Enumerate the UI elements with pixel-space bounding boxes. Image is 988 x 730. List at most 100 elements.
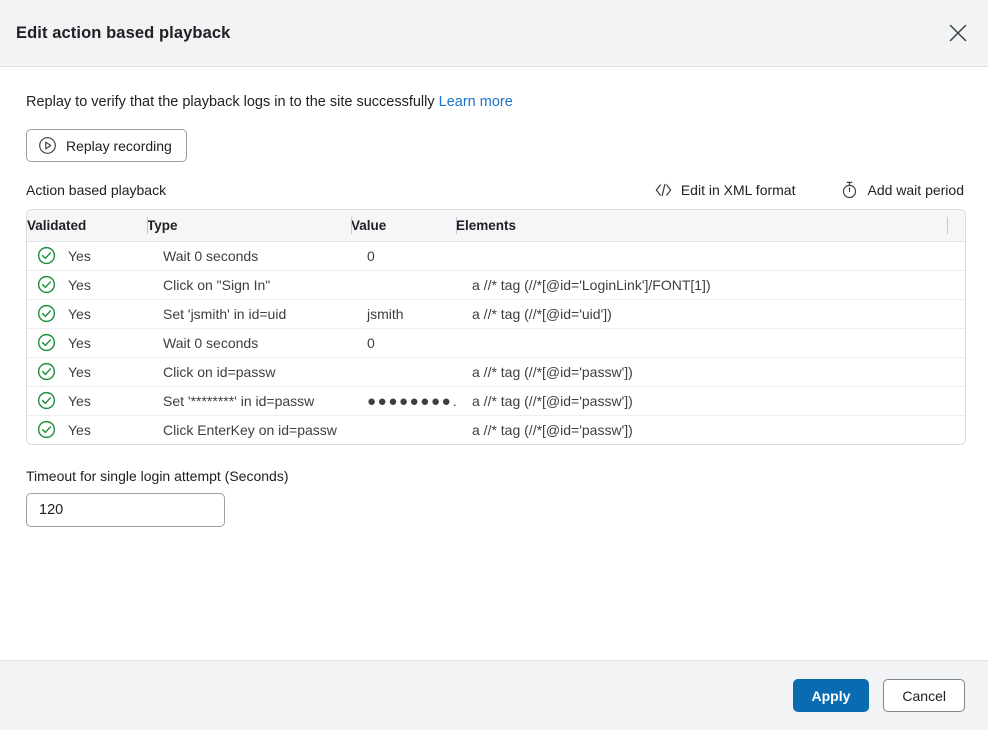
- column-header-elements-label: Elements: [456, 218, 516, 233]
- cell-elements: a //* tag (//*[@id='LoginLink']/FONT[1]): [456, 270, 947, 299]
- cell-validated: Yes: [27, 241, 147, 270]
- column-divider[interactable]: [147, 217, 148, 234]
- cell-elements: a //* tag (//*[@id='passw']): [456, 357, 947, 386]
- cell-type: Click EnterKey on id=passw: [147, 415, 351, 444]
- table-row[interactable]: Yes Wait 0 seconds0: [27, 241, 965, 270]
- check-circle-icon: [37, 304, 56, 323]
- cell-value: [351, 357, 456, 386]
- table-row[interactable]: Yes Click on "Sign In" a //* tag (//*[@id=…: [27, 270, 965, 299]
- validated-value: Yes: [68, 364, 91, 380]
- cell-validated: Yes: [27, 357, 147, 386]
- add-wait-period-label: Add wait period: [867, 182, 964, 198]
- cell-elements: a //* tag (//*[@id='passw']): [456, 415, 947, 444]
- cell-value: 0: [351, 328, 456, 357]
- cell-value: [351, 415, 456, 444]
- validated-value: Yes: [68, 306, 91, 322]
- timeout-input[interactable]: [26, 493, 225, 527]
- add-wait-period-button[interactable]: Add wait period: [841, 179, 964, 201]
- apply-button[interactable]: Apply: [793, 679, 870, 712]
- column-header-value-label: Value: [351, 218, 386, 233]
- cell-elements: [456, 328, 947, 357]
- dialog-header: Edit action based playback: [0, 0, 988, 67]
- edit-action-based-playback-dialog: Edit action based playback Replay to ver…: [0, 0, 988, 730]
- validated-value: Yes: [68, 248, 91, 264]
- column-header-validated-label: Validated: [27, 218, 86, 233]
- intro-text-row: Replay to verify that the playback logs …: [26, 93, 966, 111]
- column-header-validated[interactable]: Validated: [27, 210, 147, 241]
- replay-recording-button[interactable]: Replay recording: [26, 129, 187, 162]
- cell-validated: Yes: [27, 270, 147, 299]
- table-header-row: Validated Type Value Elements: [27, 210, 965, 241]
- cell-type: Set '********' in id=passw: [147, 386, 351, 415]
- table-toolbar: Action based playback Edit in XML format: [26, 179, 966, 201]
- cell-validated: Yes: [27, 386, 147, 415]
- dialog-footer: Apply Cancel: [0, 660, 988, 730]
- column-divider[interactable]: [351, 217, 352, 234]
- toolbar-actions: Edit in XML format Add wait period: [655, 179, 964, 201]
- table-row[interactable]: Yes Click EnterKey on id=passw a //* tag (…: [27, 415, 965, 444]
- masked-password-value: ●●●●●●●●: [367, 394, 452, 409]
- cell-spacer: [947, 241, 965, 270]
- cell-type: Wait 0 seconds: [147, 328, 351, 357]
- table-row[interactable]: Yes Click on id=passw a //* tag (//*[@id='…: [27, 357, 965, 386]
- cell-value: [351, 270, 456, 299]
- close-button[interactable]: [942, 17, 974, 49]
- cell-elements: [456, 241, 947, 270]
- cell-spacer: [947, 299, 965, 328]
- column-header-elements[interactable]: Elements: [456, 210, 947, 241]
- validated-value: Yes: [68, 277, 91, 293]
- cell-elements: a //* tag (//*[@id='passw']): [456, 386, 947, 415]
- check-circle-icon: [37, 333, 56, 352]
- timeout-label: Timeout for single login attempt (Second…: [26, 468, 966, 484]
- close-icon: [949, 24, 967, 42]
- cell-type: Set 'jsmith' in id=uid: [147, 299, 351, 328]
- action-steps-table: Validated Type Value Elements: [27, 210, 965, 444]
- column-header-value[interactable]: Value: [351, 210, 456, 241]
- check-circle-icon: [37, 362, 56, 381]
- edit-in-xml-format-label: Edit in XML format: [681, 182, 796, 198]
- stopwatch-icon: [841, 181, 858, 199]
- table-body: YesWait 0 seconds0YesClick on "Sign In"a…: [27, 241, 965, 444]
- cell-elements: a //* tag (//*[@id='uid']): [456, 299, 947, 328]
- cell-spacer: [947, 328, 965, 357]
- validated-value: Yes: [68, 335, 91, 351]
- table-header: Validated Type Value Elements: [27, 210, 965, 241]
- cell-value: ●●●●●●●●: [351, 386, 456, 415]
- replay-recording-label: Replay recording: [66, 138, 172, 154]
- cancel-button[interactable]: Cancel: [883, 679, 965, 712]
- cell-validated: Yes: [27, 415, 147, 444]
- dialog-body: Replay to verify that the playback logs …: [0, 67, 988, 660]
- column-divider[interactable]: [456, 217, 457, 234]
- table-row[interactable]: Yes Set '********' in id=passw ●●●●●●●● a /…: [27, 386, 965, 415]
- table-row[interactable]: Yes Wait 0 seconds0: [27, 328, 965, 357]
- action-steps-table-container: Validated Type Value Elements: [26, 209, 966, 445]
- learn-more-link[interactable]: Learn more: [439, 94, 513, 110]
- cell-value: 0: [351, 241, 456, 270]
- validated-value: Yes: [68, 393, 91, 409]
- section-label: Action based playback: [26, 182, 166, 198]
- column-header-type-label: Type: [147, 218, 178, 233]
- cell-spacer: [947, 386, 965, 415]
- cell-value: jsmith: [351, 299, 456, 328]
- intro-text: Replay to verify that the playback logs …: [26, 94, 435, 110]
- cell-validated: Yes: [27, 299, 147, 328]
- check-circle-icon: [37, 275, 56, 294]
- check-circle-icon: [37, 246, 56, 265]
- validated-value: Yes: [68, 422, 91, 438]
- column-divider[interactable]: [947, 217, 948, 234]
- cell-type: Wait 0 seconds: [147, 241, 351, 270]
- cell-validated: Yes: [27, 328, 147, 357]
- timeout-field-group: Timeout for single login attempt (Second…: [26, 468, 966, 527]
- cell-spacer: [947, 415, 965, 444]
- cell-type: Click on id=passw: [147, 357, 351, 386]
- cell-type: Click on "Sign In": [147, 270, 351, 299]
- cell-spacer: [947, 357, 965, 386]
- table-row[interactable]: Yes Set 'jsmith' in id=uidjsmitha //* tag…: [27, 299, 965, 328]
- check-circle-icon: [37, 391, 56, 410]
- page-title: Edit action based playback: [16, 24, 230, 43]
- cell-spacer: [947, 270, 965, 299]
- column-header-type[interactable]: Type: [147, 210, 351, 241]
- play-circle-icon: [38, 136, 57, 155]
- code-icon: [655, 183, 672, 197]
- edit-in-xml-format-button[interactable]: Edit in XML format: [655, 180, 796, 200]
